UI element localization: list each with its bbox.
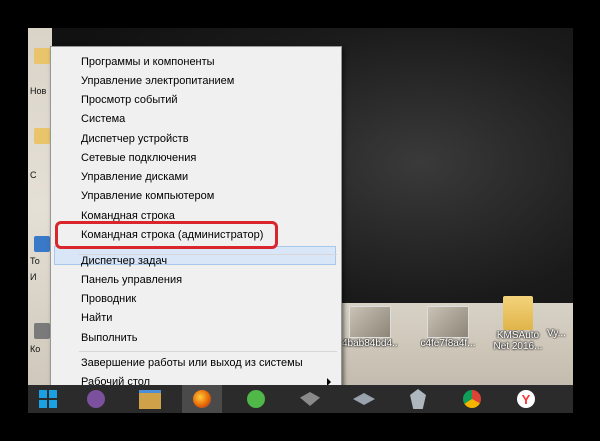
world-of-warships-icon	[410, 389, 426, 409]
desktop-label: Нов	[30, 86, 47, 96]
menu-item-shutdown[interactable]: Завершение работы или выход из системы	[81, 354, 303, 373]
viber-icon	[87, 390, 105, 408]
folder-icon[interactable]	[34, 48, 50, 64]
yandex-browser-button[interactable]: Y	[506, 385, 546, 413]
world-of-warships-button[interactable]	[398, 385, 438, 413]
start-button[interactable]	[28, 385, 68, 413]
desktop-label: С	[30, 170, 37, 180]
menu-item-run[interactable]: Выполнить	[81, 329, 137, 348]
folder-icon[interactable]	[34, 128, 50, 144]
desktop-file-label: Vy...	[547, 328, 566, 339]
desktop-screen: Нов С То И Ко 4bab84bd4... c4fe7f8a4f...…	[28, 28, 573, 413]
menu-item-control-panel[interactable]: Панель управления	[81, 271, 182, 290]
desktop-left-icons: Нов С То И Ко	[28, 28, 52, 385]
chrome-icon	[463, 390, 481, 408]
desktop-file-icon[interactable]: Vy...	[540, 328, 573, 339]
explorer-button[interactable]	[130, 385, 170, 413]
world-of-tanks-icon	[300, 392, 320, 406]
app-icon[interactable]	[34, 323, 50, 339]
desktop-file-label: c4fe7f8a4f...	[420, 338, 476, 349]
viber-button[interactable]	[76, 385, 116, 413]
desktop-label: Ко	[30, 344, 41, 354]
menu-item-computer-management[interactable]: Управление компьютером	[81, 187, 214, 206]
app-icon[interactable]	[34, 236, 50, 252]
taskbar: Y	[28, 385, 573, 413]
yandex-browser-icon: Y	[517, 390, 535, 408]
menu-separator	[79, 351, 337, 352]
menu-item-event-viewer[interactable]: Просмотр событий	[81, 91, 178, 110]
world-of-tanks-button[interactable]	[290, 385, 330, 413]
world-of-warplanes-icon	[353, 393, 375, 405]
desktop-folder-icon[interactable]: KMSAuto Net 2016...	[490, 296, 546, 352]
firefox-icon	[193, 390, 211, 408]
windows-logo-icon	[39, 390, 57, 408]
world-of-warplanes-button[interactable]	[344, 385, 384, 413]
utorrent-icon	[247, 390, 265, 408]
desktop-file-label: 4bab84bd4...	[342, 338, 398, 349]
file-explorer-icon	[139, 389, 161, 409]
firefox-button[interactable]	[182, 385, 222, 413]
chrome-button[interactable]	[452, 385, 492, 413]
menu-item-explorer[interactable]: Проводник	[81, 290, 136, 309]
desktop-file-icon[interactable]: 4bab84bd4...	[342, 306, 398, 349]
utorrent-button[interactable]	[236, 385, 276, 413]
desktop-file-label: KMSAuto Net 2016...	[493, 330, 543, 352]
menu-item-programs[interactable]: Программы и компоненты	[81, 53, 215, 72]
menu-item-device-manager[interactable]: Диспетчер устройств	[81, 130, 189, 149]
desktop-label: То	[30, 256, 40, 266]
desktop-label: И	[30, 272, 37, 282]
desktop-file-icon[interactable]: c4fe7f8a4f...	[420, 306, 476, 349]
menu-item-power[interactable]: Управление электропитанием	[81, 72, 234, 91]
menu-item-task-manager[interactable]: Диспетчер задач	[81, 252, 167, 271]
menu-item-disk-management[interactable]: Управление дисками	[81, 168, 188, 187]
image-thumbnail-icon	[427, 306, 469, 338]
menu-item-network[interactable]: Сетевые подключения	[81, 149, 196, 168]
menu-item-search[interactable]: Найти	[81, 309, 112, 328]
menu-item-system[interactable]: Система	[81, 110, 125, 129]
folder-icon	[503, 296, 533, 330]
annotation-highlight	[55, 221, 278, 249]
image-thumbnail-icon	[349, 306, 391, 338]
